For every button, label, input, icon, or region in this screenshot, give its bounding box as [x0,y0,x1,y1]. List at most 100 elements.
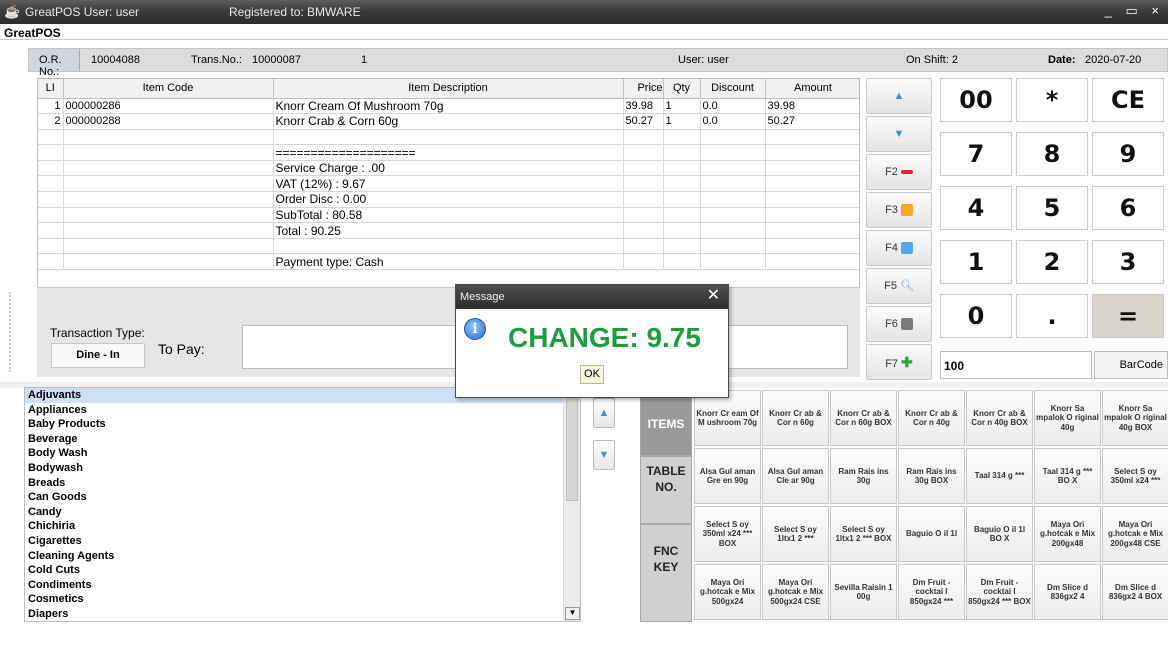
numpad-key[interactable]: 6 [1092,186,1164,230]
category-down-button[interactable]: ▼ [593,440,615,470]
tab-fnc-key[interactable]: FNC KEY [640,524,692,622]
f4-button[interactable]: F4 [866,230,932,266]
table-row[interactable] [38,238,859,255]
table-row[interactable]: ==================== [38,144,859,161]
list-item[interactable]: Breads [25,476,580,491]
table-row[interactable]: Order Disc : 0.00 [38,191,859,208]
item-button[interactable]: Alsa Gul aman Gre en 90g [694,448,761,504]
scroll-thumb[interactable] [566,395,578,501]
scroll-down-button[interactable]: ▼ [866,116,932,152]
list-item[interactable]: Beverage [25,432,580,447]
item-button[interactable]: Taal 314 g *** BO X [1034,448,1101,504]
table-row[interactable]: Total : 90.25 [38,222,859,239]
order-grid[interactable]: LI Item Code Item Description Price Qty Disco… [37,78,860,315]
category-scrollbar[interactable]: ▲ ▼ [563,388,580,621]
table-row[interactable] [38,129,859,146]
item-button[interactable]: Knorr Sa mpalok O riginal 40g [1034,390,1101,446]
numpad-key[interactable]: 1 [940,240,1012,284]
scroll-down-icon[interactable]: ▼ [565,607,580,620]
f6-button[interactable]: F6 [866,306,932,342]
column-header[interactable]: Qty [663,79,701,99]
item-button[interactable]: Maya Ori g.hotcak e Mix 200gx48 [1034,506,1101,562]
list-item[interactable]: Cold Cuts [25,563,580,578]
table-row[interactable]: 1 000000286 Knorr Cream Of Mushroom 70g 39.… [38,98,859,115]
item-button[interactable]: Knorr Cr ab & Cor n 40g BOX [966,390,1033,446]
item-button[interactable]: Knorr Cr eam Of M ushroom 70g [694,390,761,446]
item-button[interactable]: Dm Fruit -cocktai l 850gx24 *** BOX [966,564,1033,620]
list-item[interactable]: Diapers [25,607,580,621]
tab-table-no[interactable]: TABLE NO. [640,456,692,524]
list-item[interactable]: Baby Products [25,417,580,432]
table-row[interactable]: 2 000000288 Knorr Crab & Corn 60g 50.27 1 0.0… [38,113,859,130]
numpad-key[interactable]: 3 [1092,240,1164,284]
item-button[interactable]: Select S oy 350ml x24 *** [1102,448,1168,504]
numpad-key[interactable]: CE [1092,78,1164,122]
f7-button[interactable]: F7 ✚ [866,344,932,380]
list-item[interactable]: Condiments [25,578,580,593]
item-button[interactable]: Maya Ori g.hotcak e Mix 500gx24 [694,564,761,620]
column-header[interactable]: Amount [765,79,859,99]
scroll-up-button[interactable]: ▲ [866,78,932,114]
f5-button[interactable]: F5 🔍︎ [866,268,932,304]
item-button[interactable]: Dm Slice d 836gx2 4 [1034,564,1101,620]
table-row[interactable]: VAT (12%) : 9.67 [38,175,859,193]
column-header[interactable]: Price [623,79,664,99]
tab-items[interactable]: ITEMS [640,393,692,456]
f2-button[interactable]: F2 [866,154,932,190]
item-button[interactable]: Dm Slice d 836gx2 4 BOX [1102,564,1168,620]
numpad-key[interactable]: 8 [1016,132,1088,176]
window-controls-icon[interactable]: _ ▭ × [1105,3,1164,19]
item-button[interactable]: Knorr Sa mpalok O riginal 40g BOX [1102,390,1168,446]
numpad-key[interactable]: * [1016,78,1088,122]
list-item[interactable]: Cigarettes [25,534,580,549]
numpad-key[interactable]: 00 [940,78,1012,122]
numpad-key[interactable]: 4 [940,186,1012,230]
list-item[interactable]: Bodywash [25,461,580,476]
numpad-key[interactable]: 5 [1016,186,1088,230]
list-item[interactable]: Candy [25,505,580,520]
list-item[interactable]: Can Goods [25,490,580,505]
item-button[interactable]: Maya Ori g.hotcak e Mix 200gx48 CSE [1102,506,1168,562]
list-item[interactable]: Body Wash [25,446,580,461]
item-button[interactable]: Dm Fruit -cocktai l 850gx24 *** [898,564,965,620]
column-header[interactable]: Item Code [63,79,274,99]
item-button[interactable]: Ram Rais ins 30g [830,448,897,504]
table-row[interactable]: Payment type: Cash [38,253,859,271]
table-row[interactable]: Service Charge : .00 [38,160,859,177]
item-button[interactable]: Baguio O il 1l [898,506,965,562]
barcode-button[interactable]: BarCode [1094,351,1168,379]
item-button[interactable]: Maya Ori g.hotcak e Mix 500gx24 CSE [762,564,829,620]
numpad-key[interactable]: 2 [1016,240,1088,284]
quantity-input[interactable]: 100 [940,351,1092,379]
list-item[interactable]: Appliances [25,403,580,418]
transaction-type-button[interactable]: Dine - In [51,343,145,368]
column-header[interactable]: LI [38,79,64,99]
item-button[interactable]: Sevilla Raisin 1 00g [830,564,897,620]
splitter-grip[interactable] [9,292,17,372]
category-list[interactable]: Adjuvants Appliances Baby Products Beverage… [24,387,581,622]
item-button[interactable]: Select S oy 1ltx1 2 *** [762,506,829,562]
column-header[interactable]: Item Description [273,79,624,99]
table-row[interactable]: SubTotal : 80.58 [38,207,859,224]
list-item[interactable]: Chichiria [25,519,580,534]
numpad-key[interactable]: . [1016,294,1088,338]
ok-button[interactable]: OK [580,365,604,384]
numpad-key[interactable]: 7 [940,132,1012,176]
list-item[interactable]: Cosmetics [25,592,580,607]
numpad-key[interactable]: 9 [1092,132,1164,176]
category-up-button[interactable]: ▲ [593,398,615,428]
list-item[interactable]: Cleaning Agents [25,549,580,564]
f3-button[interactable]: F3 [866,192,932,228]
close-icon[interactable]: ✕ [707,288,720,304]
item-button[interactable]: Taal 314 g *** [966,448,1033,504]
item-button[interactable]: Knorr Cr ab & Cor n 60g [762,390,829,446]
item-button[interactable]: Alsa Gul aman Cle ar 90g [762,448,829,504]
item-button[interactable]: Ram Rais ins 30g BOX [898,448,965,504]
column-header[interactable]: Discount [700,79,766,99]
item-button[interactable]: Baguio O il 1l BO X [966,506,1033,562]
numpad-key[interactable]: = [1092,294,1164,338]
item-button[interactable]: Select S oy 350ml x24 *** BOX [694,506,761,562]
item-button[interactable]: Knorr Cr ab & Cor n 40g [898,390,965,446]
numpad-key[interactable]: 0 [940,294,1012,338]
item-button[interactable]: Select S oy 1ltx1 2 *** BOX [830,506,897,562]
